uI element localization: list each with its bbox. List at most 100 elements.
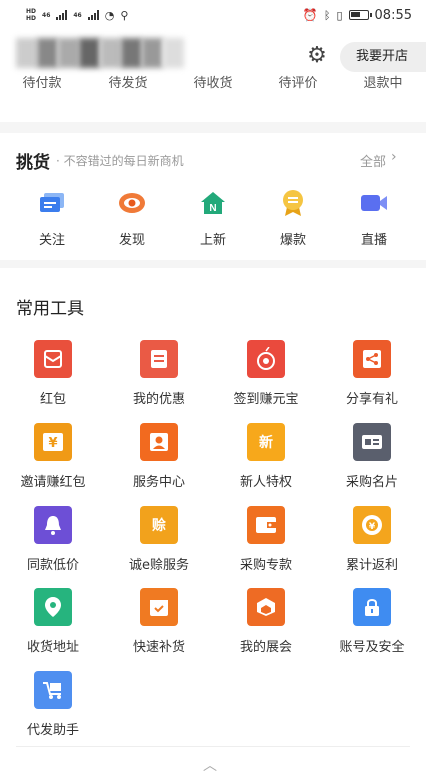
service-center-icon [140, 423, 178, 461]
status-left: HD HD 46 46 ◔ ⚲ [26, 8, 128, 22]
tool-newcomer-privilege[interactable]: 新新人特权 [216, 423, 316, 490]
tool-shipping-address[interactable]: 收货地址 [3, 588, 103, 655]
order-pending-receipt[interactable]: 待收货 [173, 75, 253, 93]
purchase-card-icon [353, 423, 391, 461]
tool-label: 签到赚元宝 [233, 392, 299, 407]
svg-text:¥: ¥ [48, 436, 57, 451]
tool-label: 新人特权 [239, 475, 292, 490]
network-type-icon: HD HD [26, 8, 37, 22]
tool-label: 我的展会 [239, 640, 292, 655]
same-style-low-price-icon [34, 506, 72, 544]
pick-live[interactable]: 直播 [342, 189, 406, 248]
tool-dropship-assistant[interactable]: 代发助手 [3, 671, 103, 738]
eye-discover-icon [118, 189, 146, 217]
status-right: ⏰ ᛒ ▯ 08:55 [303, 8, 412, 23]
clock: 08:55 [374, 7, 412, 23]
pick-discover[interactable]: 发现 [100, 189, 164, 248]
tool-share-gift[interactable]: 分享有礼 [322, 340, 422, 407]
tool-purchase-fund[interactable]: 采购专款 [216, 506, 316, 573]
pick-new[interactable]: N 上新 [181, 189, 245, 248]
pick-title: 挑货 [16, 153, 50, 173]
order-pending-shipment[interactable]: 待发货 [88, 75, 168, 93]
tool-label: 采购名片 [345, 475, 398, 490]
tool-account-security[interactable]: 账号及安全 [322, 588, 422, 655]
newcomer-privilege-icon: 新 [247, 423, 285, 461]
tool-cumulative-rebate[interactable]: ¥ 累计返利 [322, 506, 422, 573]
chevron-right-icon[interactable]: › [391, 149, 397, 165]
new-house-icon: N [199, 189, 227, 217]
tool-purchase-card[interactable]: 采购名片 [322, 423, 422, 490]
check-in-ingot-icon [247, 340, 285, 378]
tool-red-packet[interactable]: 红包 [3, 340, 103, 407]
blurred-username [16, 38, 184, 68]
network-label-1: 46 [42, 11, 51, 19]
signal-icon [56, 10, 68, 20]
tool-label: 我的优惠 [132, 392, 185, 407]
order-pending-review[interactable]: 待评价 [258, 75, 338, 93]
invite-red-packet-icon: ¥ [34, 423, 72, 461]
pick-follow-label: 关注 [38, 233, 65, 248]
vibrate-icon: ▯ [336, 8, 343, 22]
my-coupons-icon [140, 340, 178, 378]
pick-live-label: 直播 [360, 233, 387, 248]
header: ⚙ 我要开店 [0, 30, 426, 75]
tool-label: 同款低价 [26, 558, 79, 573]
order-pending-payment[interactable]: 待付款 [2, 75, 82, 93]
divider [16, 746, 410, 747]
settings-gear-icon[interactable]: ⚙ [305, 44, 329, 68]
order-refunding[interactable]: 退款中 [343, 75, 423, 93]
tool-label: 邀请赚红包 [20, 475, 86, 490]
tool-label: 账号及安全 [339, 640, 405, 655]
account-security-icon [353, 588, 391, 626]
share-gift-icon [353, 340, 391, 378]
tool-invite-red-packet[interactable]: ¥ 邀请赚红包 [3, 423, 103, 490]
shipping-address-icon [34, 588, 72, 626]
tool-check-in-ingot[interactable]: 签到赚元宝 [216, 340, 316, 407]
dropship-assistant-icon [34, 671, 72, 709]
tool-label: 累计返利 [345, 558, 398, 573]
signal-icon-2 [87, 10, 99, 20]
tool-label: 服务中心 [132, 475, 185, 490]
alarm-icon: ⏰ [302, 8, 318, 22]
tool-quick-restock[interactable]: 快速补货 [109, 588, 209, 655]
follow-icon [38, 189, 66, 217]
red-packet-icon [34, 340, 72, 378]
hotspot-icon: ◔ [104, 8, 115, 22]
search-icon: ⚲ [120, 8, 129, 22]
svg-text:N: N [209, 203, 216, 214]
pick-hot-label: 爆款 [279, 233, 306, 248]
tool-label: 红包 [39, 392, 66, 407]
common-tools-section: 常用工具 红包 我的优惠 签到赚元宝 分享有礼 ¥ 邀请赚红包 服务中心新新人特权 采购名片同… [0, 268, 426, 783]
tool-label: 采购专款 [239, 558, 292, 573]
chevron-up-icon[interactable]: ︿ [203, 755, 217, 775]
pick-new-label: 上新 [199, 233, 226, 248]
purchase-fund-icon [247, 506, 285, 544]
open-shop-button[interactable]: 我要开店 [340, 42, 426, 72]
tool-label: 收货地址 [26, 640, 79, 655]
tool-label: 分享有礼 [345, 392, 398, 407]
pick-subtitle: · 不容错过的每日新商机 [56, 154, 184, 168]
pick-goods-section: 挑货 · 不容错过的每日新商机 全部 › 关注 发现 N 上新 爆款 直播 [0, 133, 426, 260]
pick-discover-label: 发现 [118, 233, 145, 248]
battery-icon [348, 10, 372, 20]
status-bar: HD HD 46 46 ◔ ⚲ ⏰ ᛒ ▯ 08:55 [0, 0, 426, 30]
tool-my-coupons[interactable]: 我的优惠 [109, 340, 209, 407]
hot-medal-icon [279, 189, 307, 217]
live-camera-icon [360, 189, 388, 217]
tools-title: 常用工具 [16, 299, 84, 319]
my-exhibition-icon [247, 588, 285, 626]
pick-follow[interactable]: 关注 [20, 189, 84, 248]
tool-label: 快速补货 [132, 640, 185, 655]
tool-service-center[interactable]: 服务中心 [109, 423, 209, 490]
tool-credit-service[interactable]: 赊诚e赊服务 [109, 506, 209, 573]
tool-same-style-low-price[interactable]: 同款低价 [3, 506, 103, 573]
bluetooth-icon: ᛒ [323, 8, 331, 22]
quick-restock-icon [140, 588, 178, 626]
tool-label: 诚e赊服务 [129, 558, 189, 573]
pick-hot[interactable]: 爆款 [261, 189, 325, 248]
network-label-2: 46 [73, 11, 82, 19]
credit-service-icon: 赊 [140, 506, 178, 544]
tool-my-exhibition[interactable]: 我的展会 [216, 588, 316, 655]
svg-text:¥: ¥ [369, 522, 376, 532]
pick-all-link[interactable]: 全部 [360, 151, 386, 170]
